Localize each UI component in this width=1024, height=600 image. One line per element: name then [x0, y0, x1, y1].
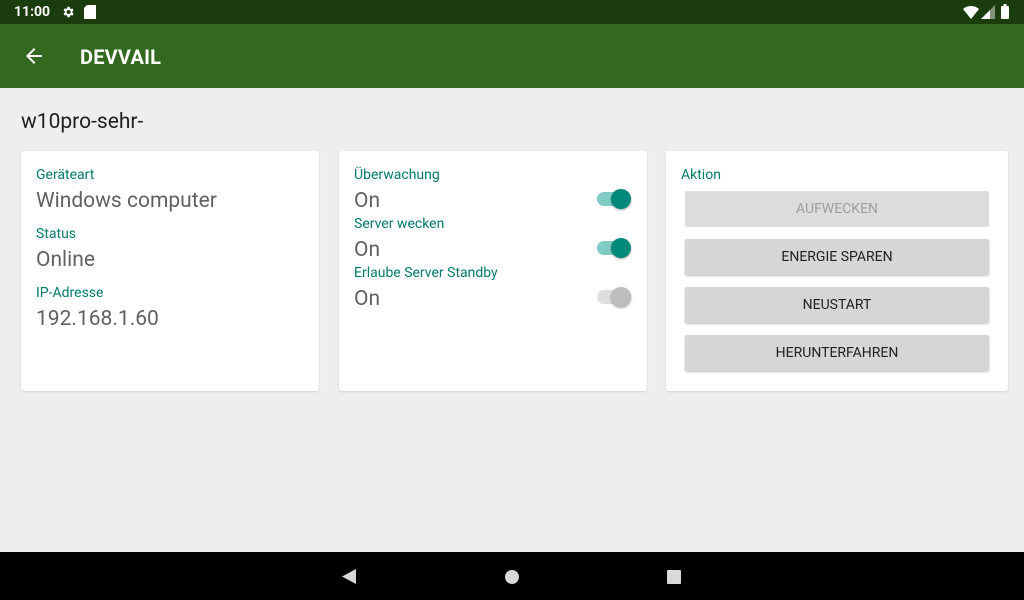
ip-address-label: IP-Adresse [36, 285, 104, 301]
shutdown-button[interactable]: HERUNTERFAHREN [685, 335, 989, 371]
settings-card: Überwachung On Server wecken On Erlaube … [339, 151, 647, 391]
wake-server-label: Server wecken [354, 216, 445, 232]
device-type-label: Geräteart [36, 167, 95, 183]
monitoring-label: Überwachung [354, 167, 440, 183]
sd-card-icon [84, 4, 96, 23]
battery-icon [1001, 4, 1009, 23]
wake-button[interactable]: AUFWECKEN [685, 191, 989, 227]
settings-gear-icon [61, 4, 75, 23]
cell-signal-icon [981, 4, 995, 23]
device-name-heading: w10pro-sehr- [21, 110, 144, 134]
nav-back-icon[interactable] [342, 569, 356, 588]
switch-thumb [611, 287, 631, 307]
wake-server-value: On [354, 238, 381, 262]
status-label: Status [36, 226, 77, 242]
nav-home-icon[interactable] [505, 569, 519, 588]
switch-thumb [611, 189, 631, 209]
device-info-card: Geräteart Windows computer Status Online… [21, 151, 319, 391]
nav-recents-icon[interactable] [667, 569, 681, 588]
allow-standby-value: On [354, 287, 381, 311]
energy-save-button[interactable]: ENERGIE SPAREN [685, 239, 989, 275]
monitoring-value: On [354, 189, 381, 213]
app-title: DEVVAIL [80, 45, 162, 69]
status-value: Online [36, 248, 95, 272]
restart-button[interactable]: NEUSTART [685, 287, 989, 323]
ip-address-value: 192.168.1.60 [36, 307, 159, 331]
switch-thumb [611, 238, 631, 258]
allow-standby-switch[interactable] [597, 287, 631, 307]
status-bar: 11:00 [0, 0, 1024, 24]
actions-title: Aktion [681, 167, 721, 183]
back-arrow-icon[interactable] [22, 44, 46, 68]
status-time: 11:00 [14, 4, 51, 20]
actions-card: Aktion AUFWECKEN ENERGIE SPAREN NEUSTART… [666, 151, 1008, 391]
monitoring-switch[interactable] [597, 189, 631, 209]
wifi-icon [963, 4, 979, 23]
device-type-value: Windows computer [36, 189, 217, 213]
system-nav-bar [0, 552, 1024, 600]
app-bar: DEVVAIL [0, 24, 1024, 88]
wake-server-switch[interactable] [597, 238, 631, 258]
allow-standby-label: Erlaube Server Standby [354, 265, 498, 281]
